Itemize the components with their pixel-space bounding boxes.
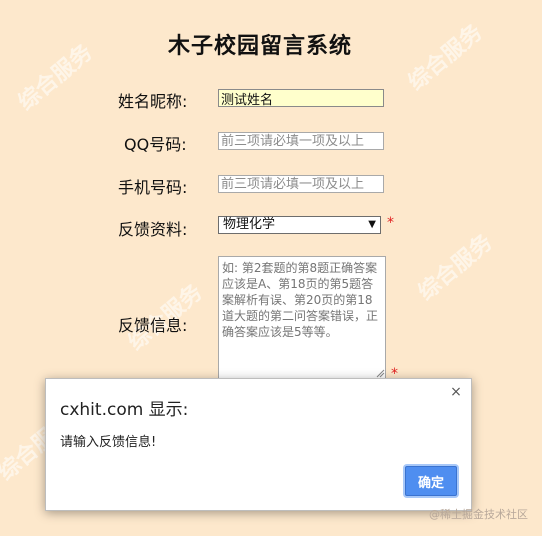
resize-grip-icon[interactable]: [375, 368, 385, 378]
footer-credit: @稀土掘金技术社区: [429, 508, 528, 521]
alert-dialog: cxhit.com 显示: × 请输入反馈信息! 确定: [45, 378, 472, 511]
feedback-type-value: 物理化学: [223, 217, 276, 232]
dialog-title: cxhit.com 显示:: [60, 400, 189, 420]
feedback-type-label: 反馈资料:: [118, 220, 188, 239]
required-mark: *: [387, 215, 394, 231]
watermark: 综合服务: [413, 230, 498, 306]
dialog-message: 请输入反馈信息!: [60, 435, 157, 450]
page-background: 综合服务 综合服务 综合服务 综合服务 综合服务 木子校园留言系统 姓名昵称: …: [0, 0, 542, 536]
qq-input[interactable]: [218, 132, 384, 150]
name-label: 姓名昵称:: [118, 92, 188, 111]
feedback-type-select[interactable]: 物理化学 ▼: [218, 216, 381, 234]
phone-input[interactable]: [218, 175, 384, 193]
feedback-info-label: 反馈信息:: [118, 316, 188, 335]
qq-label: QQ号码:: [124, 135, 187, 154]
feedback-info-textarea[interactable]: [218, 256, 386, 380]
close-icon[interactable]: ×: [449, 385, 463, 399]
ok-button[interactable]: 确定: [405, 466, 457, 496]
phone-label: 手机号码:: [118, 178, 188, 197]
name-input[interactable]: [218, 89, 384, 107]
dropdown-arrow-icon: ▼: [368, 219, 376, 230]
page-title: 木子校园留言系统: [167, 34, 352, 59]
